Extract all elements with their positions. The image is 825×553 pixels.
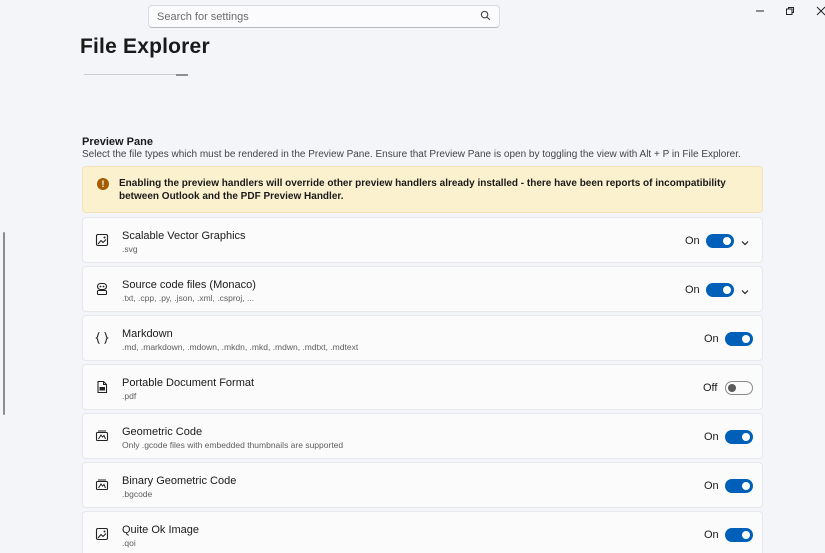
- pdf-icon: [95, 380, 109, 394]
- scrollbar[interactable]: [3, 232, 5, 415]
- toggle-state-label: On: [704, 529, 719, 541]
- setting-title: Geometric Code: [122, 426, 203, 438]
- setting-title: Scalable Vector Graphics: [122, 230, 246, 242]
- page-title: File Explorer: [80, 35, 210, 58]
- toggle-state-label: On: [704, 333, 719, 345]
- printer-icon: [95, 478, 109, 492]
- toggle-state-label: On: [685, 284, 700, 296]
- bgcode-toggle[interactable]: [725, 479, 753, 493]
- qoi-toggle[interactable]: [725, 528, 753, 542]
- toggle-state-label: On: [704, 480, 719, 492]
- braces-icon: [95, 331, 109, 345]
- restore-button[interactable]: [781, 3, 799, 19]
- setting-row-monaco[interactable]: Source code files (Monaco) .txt, .cpp, .…: [82, 266, 763, 312]
- setting-title: Quite Ok Image: [122, 524, 200, 536]
- header-divider: [84, 73, 188, 76]
- settings-search-box[interactable]: [148, 5, 500, 28]
- printer-icon: [95, 429, 109, 443]
- markdown-toggle[interactable]: [725, 332, 753, 346]
- gcode-toggle[interactable]: [725, 430, 753, 444]
- setting-subtitle: .qoi: [122, 538, 136, 548]
- warning-text: Enabling the preview handlers will overr…: [119, 178, 726, 202]
- close-button[interactable]: [812, 3, 825, 19]
- close-icon: [816, 6, 825, 16]
- pdf-toggle[interactable]: [725, 381, 753, 395]
- setting-row-gcode[interactable]: Geometric Code Only .gcode files with em…: [82, 413, 763, 459]
- setting-row-bgcode[interactable]: Binary Geometric Code .bgcode On: [82, 462, 763, 508]
- monaco-toggle[interactable]: [706, 283, 734, 297]
- code-icon: [95, 282, 109, 296]
- toggle-state-label: On: [704, 431, 719, 443]
- setting-subtitle: .txt, .cpp, .py, .json, .xml, .csproj, .…: [122, 293, 255, 303]
- setting-row-qoi[interactable]: Quite Ok Image .qoi On: [82, 511, 763, 553]
- setting-subtitle: Only .gcode files with embedded thumbnai…: [122, 440, 344, 450]
- setting-subtitle: .pdf: [122, 391, 137, 401]
- search-input[interactable]: [157, 10, 480, 23]
- minimize-button[interactable]: [751, 3, 769, 19]
- image-icon: [95, 233, 109, 247]
- chevron-down-icon[interactable]: [740, 284, 750, 295]
- section-title: Preview Pane: [82, 136, 153, 148]
- restore-icon: [786, 7, 794, 15]
- chevron-down-icon[interactable]: [740, 235, 750, 246]
- setting-row-markdown[interactable]: Markdown .md, .markdown, .mdown, .mkdn, …: [82, 315, 763, 361]
- setting-subtitle: .svg: [122, 244, 138, 254]
- setting-title: Binary Geometric Code: [122, 475, 237, 487]
- warning-icon: !: [97, 178, 109, 190]
- section-description: Select the file types which must be rend…: [82, 149, 741, 160]
- setting-subtitle: .md, .markdown, .mdown, .mkdn, .mkd, .md…: [122, 342, 359, 352]
- toggle-state-label: On: [685, 235, 700, 247]
- svg-toggle[interactable]: [706, 234, 734, 248]
- setting-row-svg[interactable]: Scalable Vector Graphics .svg On: [82, 217, 763, 263]
- setting-title: Source code files (Monaco): [122, 279, 256, 291]
- warning-infobar: ! Enabling the preview handlers will ove…: [82, 166, 763, 213]
- setting-title: Markdown: [122, 328, 173, 340]
- search-icon[interactable]: [480, 8, 491, 26]
- setting-title: Portable Document Format: [122, 377, 255, 389]
- setting-subtitle: .bgcode: [122, 489, 153, 499]
- setting-row-pdf[interactable]: Portable Document Format .pdf Off: [82, 364, 763, 410]
- toggle-state-label: Off: [703, 382, 718, 394]
- image-icon: [95, 527, 109, 541]
- minimize-icon: [756, 10, 764, 12]
